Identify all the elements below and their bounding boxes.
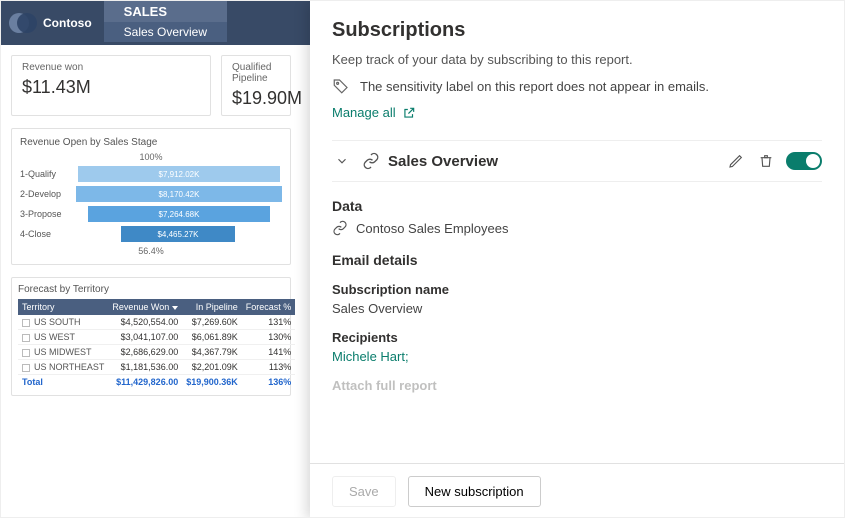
chart-bar-label: 2-Develop <box>20 189 76 199</box>
edit-button[interactable] <box>726 151 746 171</box>
table-cell: 130% <box>242 330 296 345</box>
recipients-label: Recipients <box>332 330 822 345</box>
kpi-value: $11.43M <box>22 77 200 98</box>
chart-bar-row: 1-Qualify$7,912.02K <box>20 166 282 182</box>
chart-bar-row: 2-Develop$8,170.42K <box>20 186 282 202</box>
checkbox-icon[interactable] <box>22 364 30 372</box>
table-header[interactable]: Territory <box>18 299 108 315</box>
table-cell: $3,041,107.00 <box>108 330 182 345</box>
table-cell: US MIDWEST <box>18 345 108 360</box>
chart-title: Revenue Open by Sales Stage <box>20 137 282 148</box>
table-cell: $11,429,826.00 <box>108 375 182 390</box>
kpi-value: $19.90M <box>232 88 280 109</box>
kpi-label: Qualified Pipeline <box>232 62 280 84</box>
chart-bar: $7,264.68K <box>88 206 269 222</box>
table-cell: $2,201.09K <box>182 360 242 375</box>
table-cell: US SOUTH <box>18 315 108 330</box>
kpi-revenue-won: Revenue won $11.43M <box>11 55 211 116</box>
chart-bar: $8,170.42K <box>76 186 282 202</box>
table-cell: $2,686,629.00 <box>108 345 182 360</box>
table-cell: $19,900.36K <box>182 375 242 390</box>
table-total-row: Total$11,429,826.00$19,900.36K136% <box>18 375 295 390</box>
chart-bar: $4,465.27K <box>121 226 234 242</box>
checkbox-icon[interactable] <box>22 334 30 342</box>
table-cell: $4,367.79K <box>182 345 242 360</box>
brand-block[interactable]: Contoso <box>1 1 104 45</box>
manage-all-link[interactable]: Manage all <box>332 105 822 120</box>
subscription-name-label: Subscription name <box>332 282 822 297</box>
chart-revenue-open-by-stage: Revenue Open by Sales Stage 100% 1-Quali… <box>11 128 291 265</box>
table-forecast-by-territory: Forecast by Territory TerritoryRevenue W… <box>11 277 291 396</box>
checkbox-icon[interactable] <box>22 349 30 357</box>
collapse-toggle[interactable] <box>332 151 352 171</box>
table-cell: US WEST <box>18 330 108 345</box>
table-row[interactable]: US SOUTH$4,520,554.00$7,269.60K131% <box>18 315 295 330</box>
new-subscription-button[interactable]: New subscription <box>408 476 541 507</box>
link-icon <box>332 220 348 236</box>
funnel-top-pct: 100% <box>20 152 282 162</box>
save-button: Save <box>332 476 396 507</box>
link-icon <box>362 152 380 170</box>
table-header[interactable]: Revenue Won <box>108 299 182 315</box>
chart-bar-row: 3-Propose $7,264.68K <box>20 206 282 222</box>
sort-desc-icon <box>172 306 178 310</box>
data-value: Contoso Sales Employees <box>356 221 508 236</box>
kpi-qualified-pipeline: Qualified Pipeline $19.90M <box>221 55 291 116</box>
nav-group[interactable]: SALES <box>104 1 227 22</box>
open-external-icon <box>402 106 416 120</box>
attach-full-report-label: Attach full report <box>332 378 822 393</box>
table-cell: $6,061.89K <box>182 330 242 345</box>
table-header[interactable]: Forecast % <box>242 299 296 315</box>
manage-all-text: Manage all <box>332 105 396 120</box>
chart-bar: $7,912.02K <box>78 166 280 182</box>
table-cell: $7,269.60K <box>182 315 242 330</box>
enable-toggle[interactable] <box>786 152 822 170</box>
table-cell: $1,181,536.00 <box>108 360 182 375</box>
delete-button[interactable] <box>756 151 776 171</box>
table-cell: 113% <box>242 360 296 375</box>
tag-icon <box>332 77 350 95</box>
brand-name: Contoso <box>43 16 92 30</box>
table-cell: 141% <box>242 345 296 360</box>
table-title: Forecast by Territory <box>18 284 284 295</box>
table-row[interactable]: US NORTHEAST$1,181,536.00$2,201.09K113% <box>18 360 295 375</box>
kpi-label: Revenue won <box>22 62 200 73</box>
table-cell: $4,520,554.00 <box>108 315 182 330</box>
recipients-value: Michele Hart; <box>332 349 822 364</box>
subscriptions-pane: Subscriptions Keep track of your data by… <box>310 1 844 518</box>
pane-title: Subscriptions <box>332 19 822 42</box>
funnel-bottom-pct: 56.4% <box>20 246 282 256</box>
subscription-name-value: Sales Overview <box>332 301 822 316</box>
chart-bar-label: 1-Qualify <box>20 169 76 179</box>
data-heading: Data <box>332 198 822 214</box>
sensitivity-text: The sensitivity label on this report doe… <box>360 79 709 94</box>
table-cell: Total <box>18 375 108 390</box>
email-details-heading: Email details <box>332 252 822 268</box>
brand-logo-icon <box>9 10 35 36</box>
chart-bar-label: 4-Close <box>20 229 76 239</box>
nav-page[interactable]: Sales Overview <box>104 22 227 42</box>
pane-subtitle: Keep track of your data by subscribing t… <box>332 52 822 67</box>
checkbox-icon[interactable] <box>22 319 30 327</box>
table-cell: US NORTHEAST <box>18 360 108 375</box>
table-cell: 131% <box>242 315 296 330</box>
table-row[interactable]: US WEST$3,041,107.00$6,061.89K130% <box>18 330 295 345</box>
table-cell: 136% <box>242 375 296 390</box>
chart-bar-row: 4-Close $4,465.27K <box>20 226 282 242</box>
table-row[interactable]: US MIDWEST$2,686,629.00$4,367.79K141% <box>18 345 295 360</box>
table-header[interactable]: In Pipeline <box>182 299 242 315</box>
subscription-title: Sales Overview <box>388 153 498 170</box>
chart-bar-label: 3-Propose <box>20 209 76 219</box>
